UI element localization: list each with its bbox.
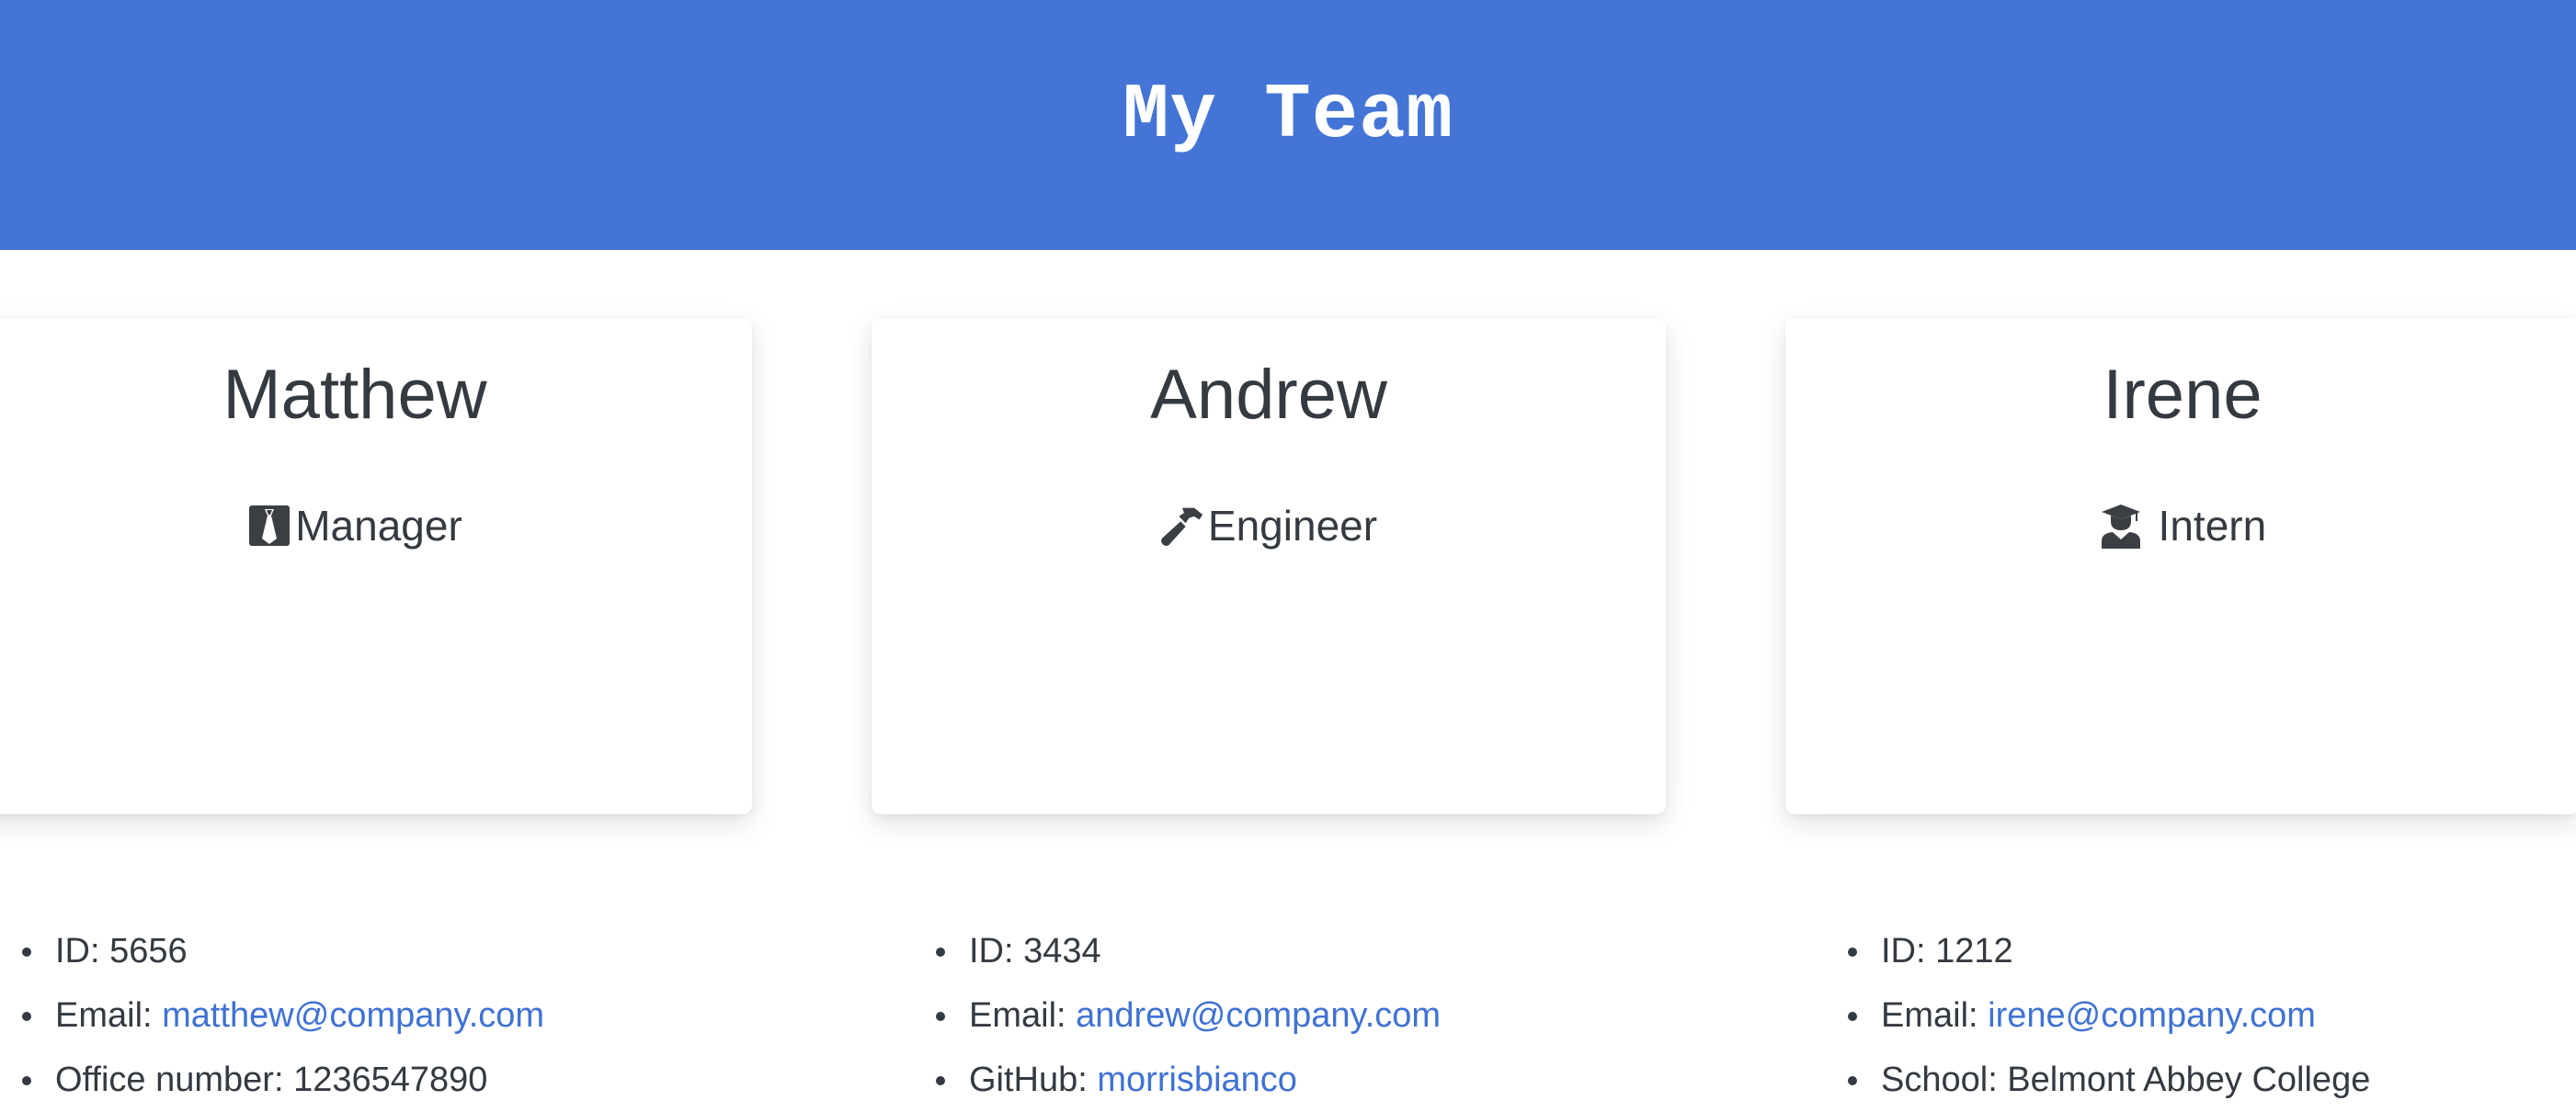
employee-github: GitHub: morrisbianco <box>936 1048 1441 1112</box>
employee-card-intern: Irene Intern ID: 1212 Email: irene@compa… <box>1785 318 2576 1099</box>
employee-id: ID: 5656 <box>22 919 544 983</box>
employee-id-text: ID: 5656 <box>55 932 188 970</box>
email-link[interactable]: matthew@company.com <box>162 996 544 1035</box>
email-link[interactable]: irene@company.com <box>1988 996 2316 1035</box>
employee-role: Engineer <box>872 498 1666 553</box>
email-label: Email: <box>1881 996 1989 1035</box>
email-link[interactable]: andrew@company.com <box>1076 996 1441 1035</box>
list-bullet <box>22 947 31 957</box>
employee-email: Email: andrew@company.com <box>936 983 1441 1048</box>
employee-card-manager: Matthew Manager ID: 5656 Email: matthew@… <box>0 318 752 1099</box>
list-bullet <box>1848 947 1857 957</box>
page-header: My Team <box>0 0 2576 250</box>
employee-role-label: Manager <box>295 502 462 550</box>
employee-name: Andrew <box>1150 356 1387 434</box>
employee-info-list: ID: 3434 Email: andrew@company.com GitHu… <box>936 919 1441 1112</box>
employee-role: Intern <box>1785 498 2576 553</box>
employee-role-label: Engineer <box>1207 502 1378 550</box>
employee-id-text: ID: 3434 <box>969 932 1101 970</box>
employee-id-text: ID: 1212 <box>1881 932 2013 970</box>
school-text: School: Belmont Abbey College <box>1881 1061 2371 1099</box>
employee-email: Email: irene@company.com <box>1848 983 2370 1048</box>
list-bullet <box>936 947 945 957</box>
list-bullet <box>1848 1012 1857 1021</box>
github-label: GitHub: <box>969 1061 1098 1099</box>
employee-office-number: Office number: 1236547890 <box>22 1048 544 1112</box>
employee-email: Email: matthew@company.com <box>22 983 544 1048</box>
hammer-icon <box>1160 502 1204 550</box>
employee-id: ID: 1212 <box>1848 919 2370 983</box>
employee-school: School: Belmont Abbey College <box>1848 1048 2371 1112</box>
github-link[interactable]: morrisbianco <box>1097 1061 1297 1099</box>
email-label: Email: <box>969 996 1077 1035</box>
office-number-text: Office number: 1236547890 <box>55 1061 488 1099</box>
list-bullet <box>22 1012 31 1021</box>
list-bullet <box>936 1076 945 1085</box>
employee-card-engineer: Andrew Engineer ID: 3434 Email: andrew@c… <box>872 318 1666 1099</box>
employee-role: Manager <box>0 498 752 553</box>
employee-name: Irene <box>2103 356 2263 434</box>
email-label: Email: <box>55 996 163 1035</box>
list-bullet <box>1848 1076 1857 1085</box>
tie-icon <box>247 502 291 550</box>
employee-id: ID: 3434 <box>936 919 1441 983</box>
employee-role-label: Intern <box>2146 502 2267 550</box>
list-bullet <box>22 1076 31 1085</box>
page-title: My Team <box>1123 72 1453 160</box>
graduate-icon <box>2099 502 2143 550</box>
employee-name: Matthew <box>222 356 487 434</box>
employee-info-list: ID: 1212 Email: irene@company.com School… <box>1848 919 2371 1112</box>
list-bullet <box>936 1012 945 1021</box>
employee-info-list: ID: 5656 Email: matthew@company.com Offi… <box>22 919 544 1112</box>
